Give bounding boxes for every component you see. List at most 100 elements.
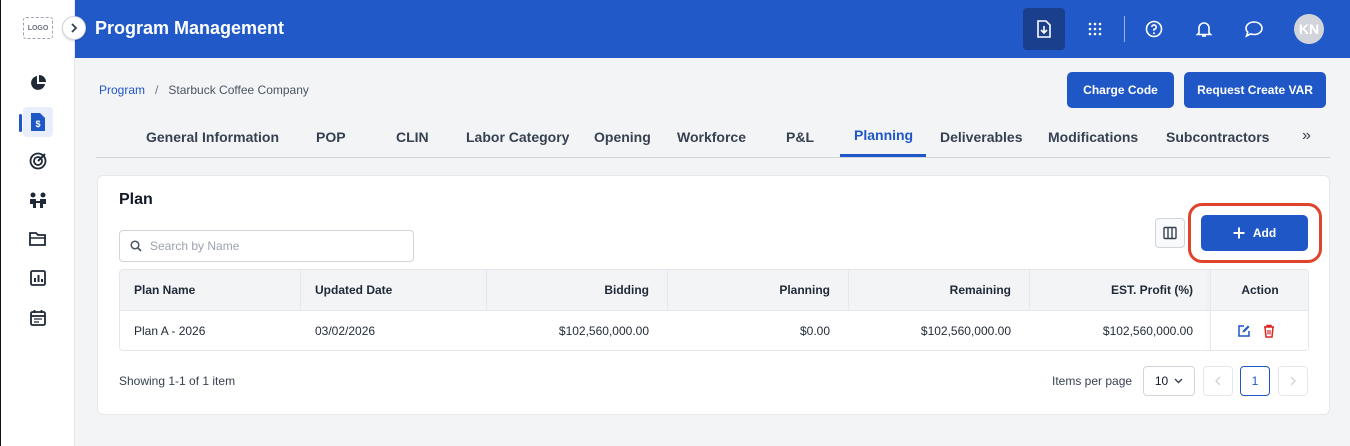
help-button[interactable] (1133, 8, 1175, 50)
column-header-est-profit[interactable]: EST. Profit (%) (1111, 270, 1193, 310)
breadcrumb-separator: / (155, 83, 159, 97)
column-header-bidding[interactable]: Bidding (604, 270, 649, 310)
breadcrumb-current: Starbuck Coffee Company (168, 83, 309, 97)
page-number-button[interactable]: 1 (1240, 366, 1270, 396)
download-document-icon (1037, 20, 1051, 38)
chat-button[interactable] (1233, 8, 1275, 50)
tab-clin[interactable]: CLIN (396, 129, 429, 145)
tab-deliverables[interactable]: Deliverables (940, 129, 1023, 145)
column-header-remaining[interactable]: Remaining (950, 270, 1011, 310)
top-header: Program Management KN (75, 0, 1350, 58)
edit-icon (1238, 325, 1250, 337)
tab-workforce[interactable]: Workforce (677, 129, 746, 145)
prev-page-button[interactable] (1203, 366, 1233, 396)
search-input[interactable] (150, 239, 400, 253)
column-header-planning[interactable]: Planning (779, 270, 830, 310)
calendar-icon (30, 309, 46, 326)
items-per-page-label: Items per page (1052, 374, 1133, 388)
sidebar-item-folder[interactable] (23, 224, 53, 254)
table-row[interactable]: Plan A - 2026 03/02/2026 $102,560,000.00… (120, 311, 1308, 350)
pagination-summary: Showing 1-1 of 1 item (119, 374, 236, 388)
search-icon (130, 240, 142, 252)
grid-dots-icon (1088, 22, 1102, 36)
tab-general-information[interactable]: General Information (146, 129, 279, 145)
sidebar-item-goals[interactable] (23, 146, 53, 176)
svg-text:$: $ (35, 119, 40, 129)
user-avatar[interactable]: KN (1294, 14, 1324, 44)
cell-planning: $0.00 (799, 324, 830, 338)
items-per-page-value: 10 (1154, 374, 1169, 388)
apps-button[interactable] (1074, 8, 1116, 50)
download-button[interactable] (1023, 8, 1065, 50)
active-tab-indicator (840, 154, 926, 157)
column-divider (667, 270, 668, 310)
sidebar-item-calendar[interactable] (23, 302, 53, 332)
tab-planning[interactable]: Planning (854, 127, 913, 143)
help-icon (1145, 20, 1163, 38)
edit-button[interactable] (1237, 311, 1251, 350)
tab-modifications[interactable]: Modifications (1048, 129, 1138, 145)
folder-icon (29, 232, 46, 246)
pie-chart-icon (31, 75, 46, 90)
cell-bidding: $102,560,000.00 (558, 324, 649, 338)
bell-icon (1195, 22, 1213, 37)
plan-table: Plan Name Updated Date Bidding Planning … (119, 269, 1309, 351)
target-icon (29, 152, 47, 170)
bar-chart-icon (30, 270, 46, 286)
search-field (119, 230, 414, 262)
tab-labor-category[interactable]: Labor Category (466, 129, 569, 145)
cell-updated-date: 03/02/2026 (315, 324, 376, 338)
columns-icon (1163, 226, 1177, 240)
tab-pop[interactable]: POP (316, 129, 346, 145)
logo: LOGO (23, 17, 53, 39)
cell-plan-name: Plan A - 2026 (134, 324, 206, 338)
plan-card: Plan Add Plan Name Updated Date Bidding … (97, 175, 1330, 415)
plus-icon (1233, 227, 1245, 239)
charge-code-button[interactable]: Charge Code (1067, 72, 1174, 108)
sidebar-item-team[interactable] (23, 185, 53, 215)
action-column-divider (1210, 270, 1211, 350)
chevron-left-icon (1215, 376, 1221, 386)
plan-section-title: Plan (119, 191, 153, 208)
sidebar-active-indicator (19, 114, 22, 132)
next-page-button[interactable] (1278, 366, 1308, 396)
column-divider (486, 270, 487, 310)
tab-pnl[interactable]: P&L (786, 129, 814, 145)
cell-remaining: $102,560,000.00 (920, 324, 1011, 338)
page-title: Program Management (95, 18, 285, 38)
breadcrumb: Program / Starbuck Coffee Company (99, 83, 309, 97)
tab-bar: General Information POP CLIN Labor Categ… (96, 117, 1330, 158)
add-button-label: Add (1252, 226, 1277, 240)
chevron-right-icon (1290, 376, 1296, 386)
column-header-plan-name[interactable]: Plan Name (134, 270, 195, 310)
chevron-down-icon (1174, 378, 1183, 384)
trash-icon (1264, 324, 1274, 338)
sidebar-item-reports[interactable] (23, 263, 53, 293)
sidebar-toggle-button[interactable] (62, 16, 86, 40)
tab-subcontractors[interactable]: Subcontractors (1166, 129, 1269, 145)
chevron-right-icon (71, 23, 78, 33)
column-divider (1029, 270, 1030, 310)
cell-est-profit: $102,560,000.00 (1102, 324, 1193, 338)
delete-button[interactable] (1263, 311, 1275, 350)
tab-opening[interactable]: Opening (594, 129, 651, 145)
sidebar-item-finance[interactable]: $ (23, 107, 53, 137)
column-header-updated-date[interactable]: Updated Date (315, 270, 392, 310)
dollar-document-icon: $ (31, 113, 45, 131)
column-divider (848, 270, 849, 310)
notifications-button[interactable] (1183, 8, 1225, 50)
chat-bubble-icon (1245, 21, 1263, 38)
breadcrumb-program-link[interactable]: Program (99, 83, 145, 97)
sidebar-item-dashboard[interactable] (23, 68, 53, 98)
tabs-scroll-right-button[interactable]: » (1302, 127, 1311, 145)
column-settings-button[interactable] (1155, 218, 1185, 248)
header-divider (1124, 16, 1125, 42)
request-create-var-button[interactable]: Request Create VAR (1184, 72, 1326, 108)
people-icon (30, 192, 46, 208)
table-header-row: Plan Name Updated Date Bidding Planning … (120, 270, 1308, 311)
add-plan-button[interactable]: Add (1201, 215, 1308, 251)
column-header-action: Action (1241, 283, 1279, 297)
column-divider (300, 270, 301, 310)
sidebar: LOGO $ (1, 0, 75, 446)
items-per-page-select[interactable]: 10 (1143, 366, 1195, 396)
